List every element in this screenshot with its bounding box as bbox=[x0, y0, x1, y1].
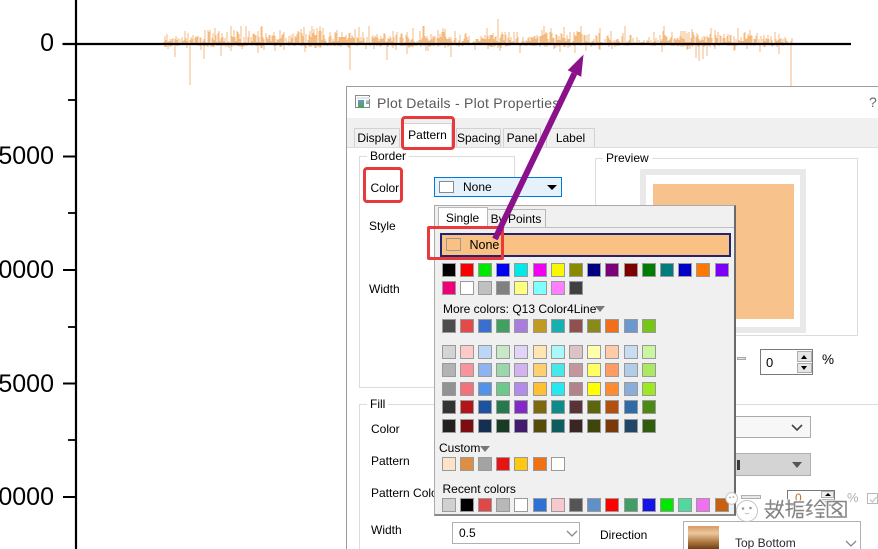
svg-text:-20000: -20000 bbox=[0, 483, 54, 511]
svg-text:-5000: -5000 bbox=[0, 142, 54, 170]
svg-text:-15000: -15000 bbox=[0, 370, 54, 398]
svg-text:-10000: -10000 bbox=[0, 256, 54, 284]
svg-text:0: 0 bbox=[40, 29, 54, 57]
